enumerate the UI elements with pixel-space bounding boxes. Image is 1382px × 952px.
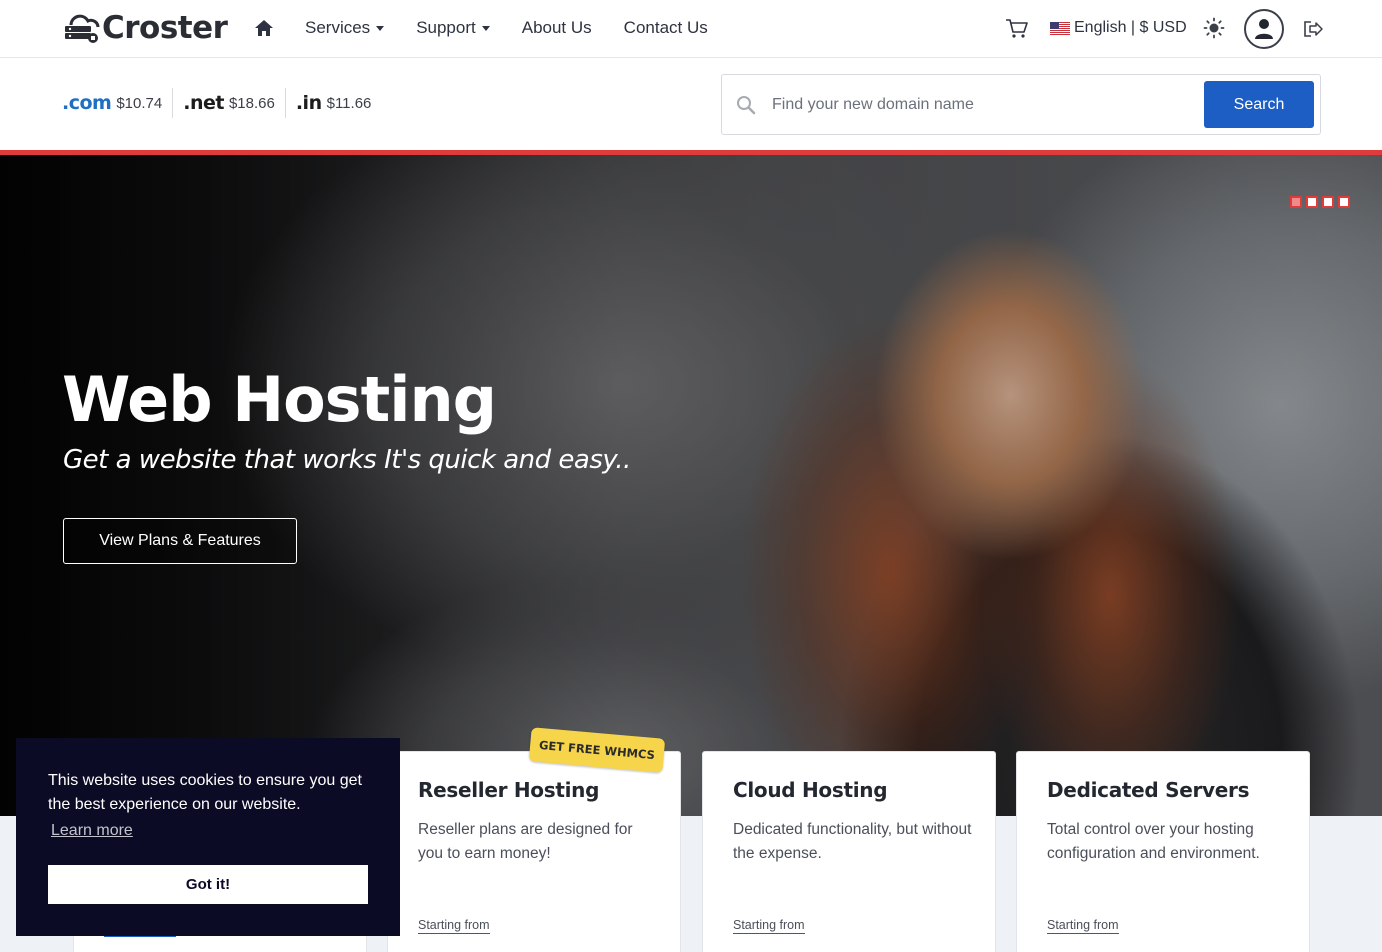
tld-in-price: $11.66 bbox=[326, 94, 372, 112]
home-icon[interactable] bbox=[253, 17, 275, 39]
main-nav: Services Support About Us Contact Us bbox=[305, 18, 740, 38]
tld-com-price: $10.74 bbox=[116, 94, 163, 112]
brand-name: Croster bbox=[102, 10, 228, 46]
cookie-banner: This website uses cookies to ensure you … bbox=[16, 738, 400, 936]
cart-icon[interactable] bbox=[1005, 18, 1029, 40]
tld-net[interactable]: .net $18.66 bbox=[183, 88, 286, 118]
search-icon bbox=[736, 95, 756, 115]
domain-search-box: Search bbox=[721, 74, 1321, 135]
learn-more-link[interactable]: Learn more bbox=[51, 822, 133, 840]
user-icon[interactable] bbox=[1244, 9, 1284, 49]
card-title: Cloud Hosting bbox=[733, 778, 888, 802]
card-title: Dedicated Servers bbox=[1047, 778, 1250, 802]
tld-net-name: .net bbox=[183, 92, 224, 114]
product-card-cloud[interactable]: Cloud Hosting Dedicated functionality, b… bbox=[702, 751, 996, 952]
starting-from-link[interactable]: Starting from bbox=[418, 918, 490, 934]
nav-services-label: Services bbox=[305, 18, 371, 37]
tld-net-price: $18.66 bbox=[228, 94, 275, 112]
caret-down-icon bbox=[481, 25, 490, 31]
us-flag-icon bbox=[1050, 21, 1070, 35]
locale-label: English | $ USD bbox=[1074, 19, 1187, 36]
product-card-dedicated[interactable]: Dedicated Servers Total control over you… bbox=[1016, 751, 1310, 952]
nav-support[interactable]: Support bbox=[416, 18, 490, 38]
hero-title: Web Hosting bbox=[62, 363, 497, 436]
tld-in-name: .in bbox=[295, 92, 322, 114]
tld-price-list: .com $10.74 .net $18.66 .in $11.66 bbox=[62, 88, 391, 118]
tld-com-name: .com bbox=[62, 92, 112, 114]
logo[interactable]: Croster bbox=[63, 10, 228, 46]
domain-search-bar: .com $10.74 .net $18.66 .in $11.66 Searc… bbox=[0, 58, 1382, 150]
product-card-reseller[interactable]: Reseller Hosting Reseller plans are desi… bbox=[387, 751, 681, 952]
view-plans-button[interactable]: View Plans & Features bbox=[63, 518, 297, 564]
slider-dots bbox=[1290, 196, 1350, 208]
nav-services[interactable]: Services bbox=[305, 18, 385, 38]
logout-icon[interactable] bbox=[1302, 19, 1324, 39]
cookie-message: This website uses cookies to ensure you … bbox=[48, 772, 362, 813]
tld-in[interactable]: .in $11.66 bbox=[296, 88, 382, 118]
domain-search-input[interactable] bbox=[772, 89, 1192, 121]
card-description: Reseller plans are designed for you to e… bbox=[418, 821, 633, 862]
caret-down-icon bbox=[376, 25, 385, 31]
accept-cookies-button[interactable]: Got it! bbox=[48, 865, 368, 904]
nav-contact[interactable]: Contact Us bbox=[624, 18, 708, 38]
slider-dot[interactable] bbox=[1338, 196, 1350, 208]
top-navbar: Croster Services Support About Us Contac… bbox=[0, 0, 1382, 58]
slider-dot[interactable] bbox=[1290, 196, 1302, 208]
hero-slider: Web Hosting Get a website that works It'… bbox=[0, 155, 1382, 816]
search-button[interactable]: Search bbox=[1204, 81, 1314, 128]
card-description: Total control over your hosting configur… bbox=[1047, 821, 1260, 862]
starting-from-link[interactable]: Starting from bbox=[733, 918, 805, 934]
card-title: Reseller Hosting bbox=[418, 778, 600, 802]
sun-icon[interactable] bbox=[1203, 17, 1225, 39]
card-description: Dedicated functionality, but without the… bbox=[733, 821, 972, 862]
hero-subtitle: Get a website that works It's quick and … bbox=[63, 445, 631, 475]
starting-from-link[interactable]: Starting from bbox=[1047, 918, 1119, 934]
server-cloud-icon bbox=[63, 11, 101, 45]
language-currency-selector[interactable]: English | $ USD bbox=[1050, 19, 1187, 37]
nav-about[interactable]: About Us bbox=[522, 18, 592, 38]
slider-dot[interactable] bbox=[1306, 196, 1318, 208]
hero-overlay bbox=[0, 155, 1382, 816]
nav-support-label: Support bbox=[416, 18, 476, 37]
slider-dot[interactable] bbox=[1322, 196, 1334, 208]
tld-com[interactable]: .com $10.74 bbox=[62, 88, 174, 118]
